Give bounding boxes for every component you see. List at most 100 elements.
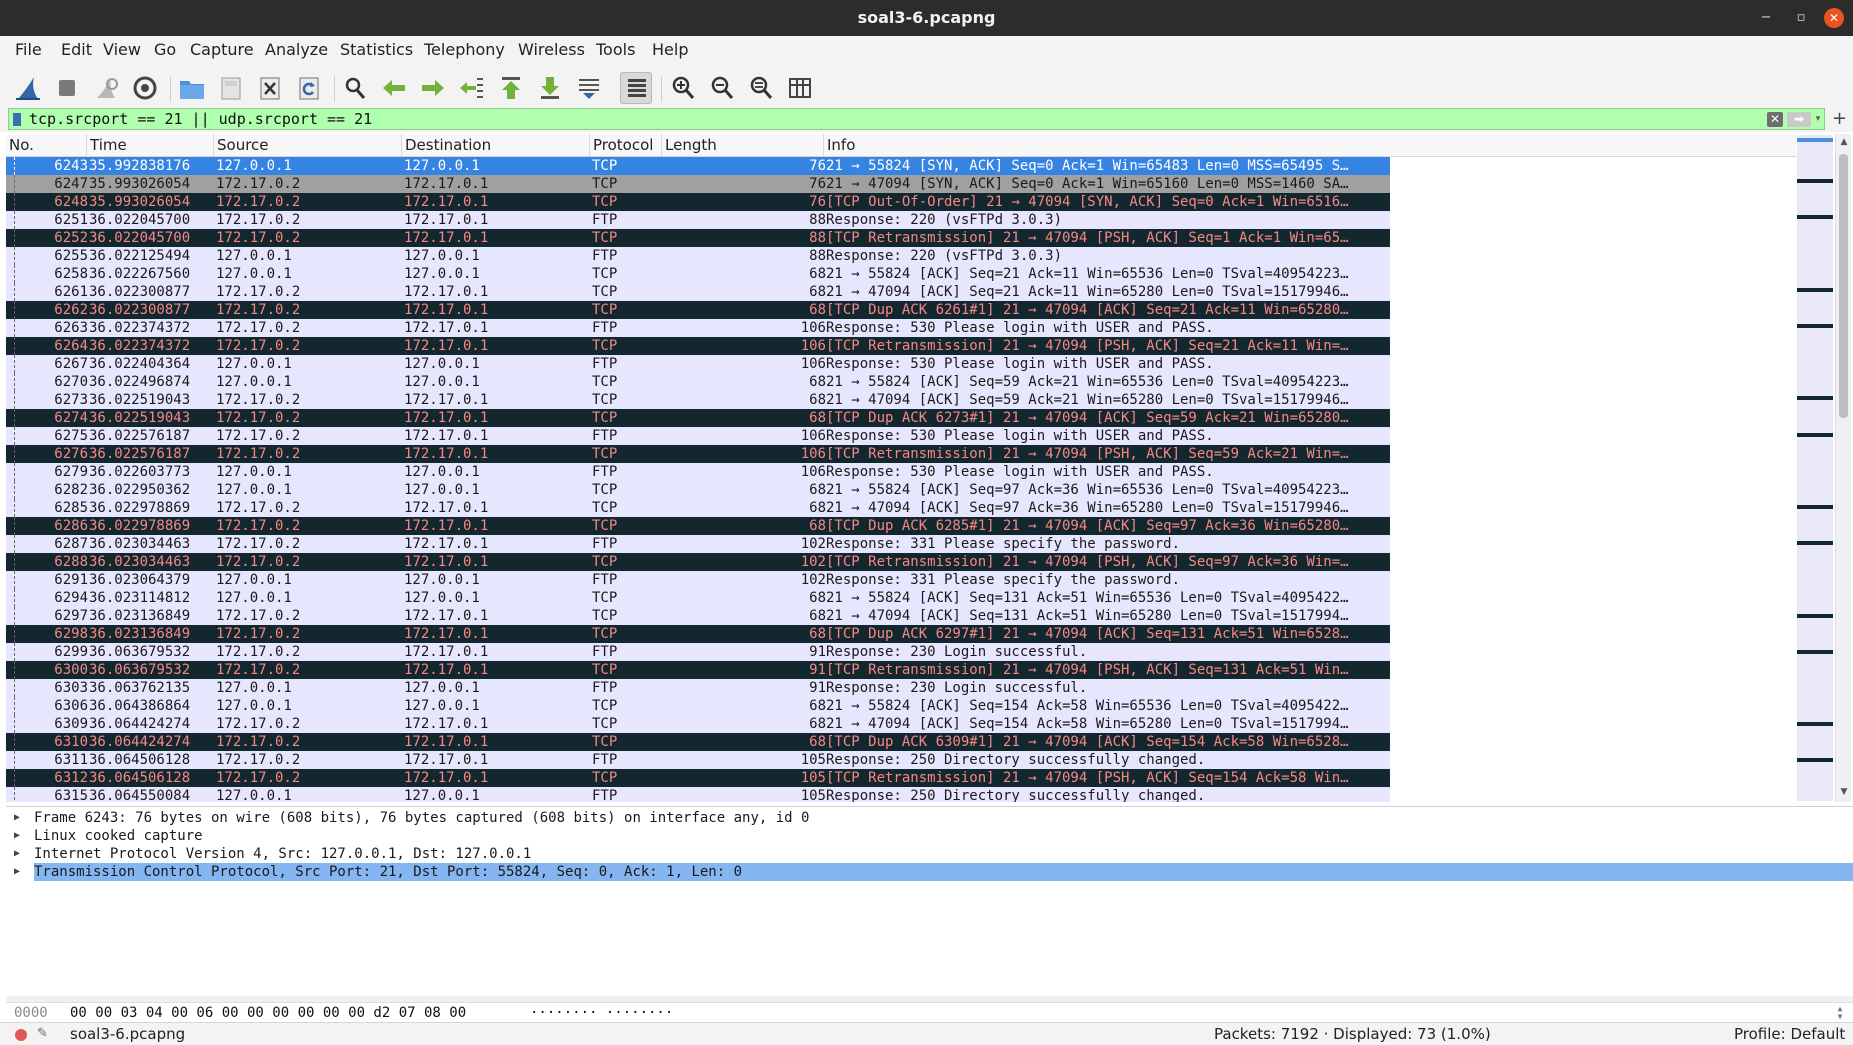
packet-row[interactable]: 6273 36.022519043 172.17.0.2 172.17.0.1 TCP 6…: [6, 391, 1796, 409]
packet-row[interactable]: 6294 36.023114812 127.0.0.1 127.0.0.1 TCP 68 2…: [6, 589, 1796, 607]
packet-minimap[interactable]: [1797, 135, 1833, 801]
scroll-down-icon[interactable]: ▼: [1838, 786, 1850, 798]
menu-wireless[interactable]: Wireless: [518, 36, 585, 64]
packet-row[interactable]: 6267 36.022404364 127.0.0.1 127.0.0.1 FTP 106…: [6, 355, 1796, 373]
packet-row[interactable]: 6288 36.023034463 172.17.0.2 172.17.0.1 TCP 1…: [6, 553, 1796, 571]
menu-edit[interactable]: Edit: [61, 36, 92, 64]
packet-row[interactable]: 6298 36.023136849 172.17.0.2 172.17.0.1 TCP 6…: [6, 625, 1796, 643]
packet-row[interactable]: 6282 36.022950362 127.0.0.1 127.0.0.1 TCP 68 2…: [6, 481, 1796, 499]
menu-go[interactable]: Go: [154, 36, 176, 64]
detail-tcp[interactable]: ▶ Transmission Control Protocol, Src Por…: [6, 863, 1853, 881]
menu-help[interactable]: Help: [652, 36, 688, 64]
scroll-thumb[interactable]: [1839, 154, 1848, 418]
expand-arrow-icon[interactable]: ▶: [14, 827, 20, 845]
packet-row[interactable]: 6285 36.022978869 172.17.0.2 172.17.0.1 TCP 6…: [6, 499, 1796, 517]
open-file-icon[interactable]: [176, 72, 208, 104]
packet-row[interactable]: 6275 36.022576187 172.17.0.2 172.17.0.1 FTP 1…: [6, 427, 1796, 445]
go-back-icon[interactable]: [378, 72, 410, 104]
packet-row[interactable]: 6264 36.022374372 172.17.0.2 172.17.0.1 TCP 1…: [6, 337, 1796, 355]
apply-filter-icon[interactable]: ➡: [1787, 112, 1811, 127]
packet-list-scrollbar[interactable]: ▲ ▼: [1835, 134, 1851, 802]
detail-frame[interactable]: ▶ Frame 6243: 76 bytes on wire (608 bits…: [6, 809, 1853, 827]
find-packet-icon[interactable]: [339, 72, 371, 104]
packet-row[interactable]: 6291 36.023064379 127.0.0.1 127.0.0.1 FTP 102…: [6, 571, 1796, 589]
go-to-packet-icon[interactable]: [456, 72, 488, 104]
menu-capture[interactable]: Capture: [190, 36, 254, 64]
zoom-in-icon[interactable]: [667, 72, 699, 104]
detail-linux-cooked[interactable]: ▶ Linux cooked capture: [6, 827, 1853, 845]
column-header-info[interactable]: Info: [824, 134, 1796, 157]
scroll-up-icon[interactable]: ▲: [1838, 136, 1850, 148]
go-last-icon[interactable]: [534, 72, 566, 104]
expand-arrow-icon[interactable]: ▶: [14, 845, 20, 863]
packet-row[interactable]: 6258 36.022267560 127.0.0.1 127.0.0.1 TCP 68 2…: [6, 265, 1796, 283]
detail-ipv4[interactable]: ▶ Internet Protocol Version 4, Src: 127.…: [6, 845, 1853, 863]
packet-row[interactable]: 6270 36.022496874 127.0.0.1 127.0.0.1 TCP 68 2…: [6, 373, 1796, 391]
packet-row[interactable]: 6311 36.064506128 172.17.0.2 172.17.0.1 FTP 1…: [6, 751, 1796, 769]
packet-row[interactable]: 6303 36.063762135 127.0.0.1 127.0.0.1 FTP 91 R…: [6, 679, 1796, 697]
menu-statistics[interactable]: Statistics: [340, 36, 413, 64]
menu-telephony[interactable]: Telephony: [424, 36, 505, 64]
go-first-icon[interactable]: [495, 72, 527, 104]
capture-comment-icon[interactable]: ✎: [37, 1023, 48, 1045]
packet-row[interactable]: 6287 36.023034463 172.17.0.2 172.17.0.1 FTP 1…: [6, 535, 1796, 553]
add-filter-button[interactable]: +: [1832, 106, 1847, 132]
column-header-time[interactable]: Time: [87, 134, 214, 157]
packet-row[interactable]: 6312 36.064506128 172.17.0.2 172.17.0.1 TCP 1…: [6, 769, 1796, 787]
autoscroll-icon[interactable]: [573, 72, 605, 104]
packet-row[interactable]: 6251 36.022045700 172.17.0.2 172.17.0.1 FTP 8…: [6, 211, 1796, 229]
shark-fin-start-icon[interactable]: [12, 72, 44, 104]
bytes-hex[interactable]: 00 00 03 04 00 06 00 00 00 00 00 00 d2 0…: [70, 1003, 466, 1023]
packet-row[interactable]: 6300 36.063679532 172.17.0.2 172.17.0.1 TCP 9…: [6, 661, 1796, 679]
packet-row[interactable]: 6263 36.022374372 172.17.0.2 172.17.0.1 FTP 1…: [6, 319, 1796, 337]
capture-options-icon[interactable]: [129, 72, 161, 104]
expand-arrow-icon[interactable]: ▶: [14, 863, 20, 881]
packet-row[interactable]: 6286 36.022978869 172.17.0.2 172.17.0.1 TCP 6…: [6, 517, 1796, 535]
minimize-button[interactable]: −: [1756, 8, 1776, 28]
packet-row[interactable]: 6315 36.064550084 127.0.0.1 127.0.0.1 FTP 105…: [6, 787, 1796, 802]
save-file-icon[interactable]: [215, 72, 247, 104]
go-forward-icon[interactable]: [417, 72, 449, 104]
column-header-no[interactable]: No.: [6, 134, 87, 157]
column-header-source[interactable]: Source: [214, 134, 402, 157]
packet-row[interactable]: 6248 35.993026054 172.17.0.2 172.17.0.1 TCP 7…: [6, 193, 1796, 211]
menu-file[interactable]: File: [15, 36, 42, 64]
packet-row[interactable]: 6279 36.022603773 127.0.0.1 127.0.0.1 FTP 106…: [6, 463, 1796, 481]
filter-history-dropdown-icon[interactable]: ▾: [1813, 112, 1823, 127]
column-header-protocol[interactable]: Protocol: [590, 134, 662, 157]
column-header-length[interactable]: Length: [662, 134, 824, 157]
bytes-ascii[interactable]: ········ ········: [530, 1003, 673, 1023]
close-window-button[interactable]: ✕: [1824, 8, 1844, 28]
packet-row[interactable]: 6252 36.022045700 172.17.0.2 172.17.0.1 TCP 8…: [6, 229, 1796, 247]
menu-view[interactable]: View: [103, 36, 141, 64]
packet-row[interactable]: 6262 36.022300877 172.17.0.2 172.17.0.1 TCP 6…: [6, 301, 1796, 319]
menu-analyze[interactable]: Analyze: [265, 36, 328, 64]
menu-tools[interactable]: Tools: [596, 36, 635, 64]
zoom-out-icon[interactable]: [706, 72, 738, 104]
packet-row[interactable]: 6261 36.022300877 172.17.0.2 172.17.0.1 TCP 6…: [6, 283, 1796, 301]
bookmark-icon[interactable]: [13, 113, 21, 126]
packet-row[interactable]: 6255 36.022125494 127.0.0.1 127.0.0.1 FTP 88 R…: [6, 247, 1796, 265]
packet-row[interactable]: 6299 36.063679532 172.17.0.2 172.17.0.1 FTP 9…: [6, 643, 1796, 661]
display-filter-input[interactable]: tcp.srcport == 21 || udp.srcport == 21 ✕…: [8, 108, 1825, 130]
packet-row[interactable]: 6309 36.064424274 172.17.0.2 172.17.0.1 TCP 6…: [6, 715, 1796, 733]
packet-row[interactable]: 6243 35.992838176 127.0.0.1 127.0.0.1 TCP 76 2…: [6, 157, 1796, 175]
packet-row[interactable]: 6274 36.022519043 172.17.0.2 172.17.0.1 TCP 6…: [6, 409, 1796, 427]
column-header-destination[interactable]: Destination: [402, 134, 590, 157]
status-profile[interactable]: Profile: Default: [1734, 1023, 1845, 1045]
expand-arrow-icon[interactable]: ▶: [14, 809, 20, 827]
zoom-normal-icon[interactable]: [745, 72, 777, 104]
packet-row[interactable]: 6310 36.064424274 172.17.0.2 172.17.0.1 TCP 6…: [6, 733, 1796, 751]
colorize-icon[interactable]: [620, 72, 652, 104]
maximize-button[interactable]: ▫: [1791, 8, 1811, 28]
expert-info-icon[interactable]: [15, 1029, 27, 1041]
filter-text[interactable]: tcp.srcport == 21 || udp.srcport == 21: [29, 109, 372, 129]
stop-capture-icon[interactable]: [51, 72, 83, 104]
packet-row[interactable]: 6306 36.064386864 127.0.0.1 127.0.0.1 TCP 68 2…: [6, 697, 1796, 715]
packet-row[interactable]: 6276 36.022576187 172.17.0.2 172.17.0.1 TCP 1…: [6, 445, 1796, 463]
reload-file-icon[interactable]: [293, 72, 325, 104]
restart-capture-icon[interactable]: [90, 72, 122, 104]
resize-columns-icon[interactable]: [784, 72, 816, 104]
packet-row[interactable]: 6247 35.993026054 172.17.0.2 172.17.0.1 TCP 7…: [6, 175, 1796, 193]
bytes-scroll-icon[interactable]: ▲ ▼: [1833, 1005, 1847, 1021]
